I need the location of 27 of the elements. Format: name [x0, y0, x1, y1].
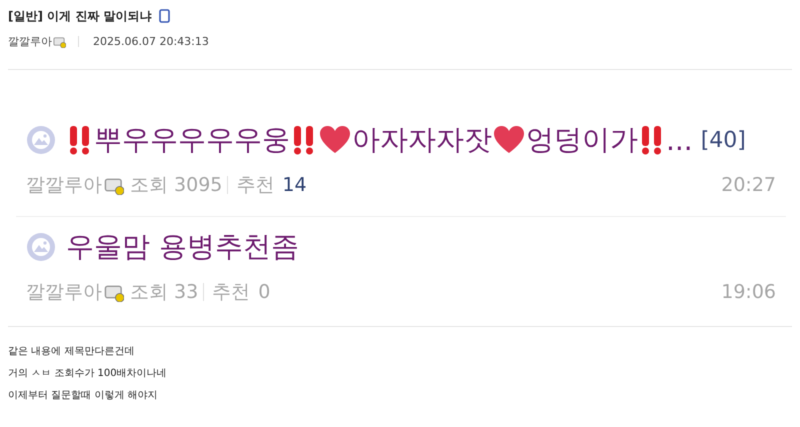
member-badge-icon: [53, 34, 66, 48]
post-title: [일반] 이게 진짜 말이되냐: [8, 8, 152, 24]
author-name: 깔깔루아: [26, 173, 102, 198]
post-title: 우울맘 용병추천좀: [66, 229, 299, 265]
post-title: 아자자자잣: [352, 122, 492, 158]
post-title: 엉덩이가: [526, 122, 638, 158]
recommend-label: 추천: [212, 280, 250, 305]
view-count: 조회 3095: [130, 173, 222, 198]
body-text: 이제부터 질문할때 이렇게 해야지: [8, 389, 159, 403]
body-text: 같은 내용에 제목만다른건데: [8, 345, 136, 359]
post-title: 뿌우우우우우웅: [94, 122, 290, 158]
image-avatar-icon: [26, 125, 56, 155]
body-text: 거의 ㅅㅂ 조회수가 100배차이나네: [8, 367, 168, 381]
recommend-count: 0: [258, 281, 270, 303]
heart-icon: [319, 125, 351, 155]
heart-icon: [493, 125, 525, 155]
author-name: 깔깔루아: [8, 34, 52, 48]
post-title: ...: [666, 124, 693, 156]
recommend-label: 추천: [236, 173, 274, 198]
comment-count: [40]: [700, 128, 746, 152]
post-date: 2025.06.07 20:43:13: [93, 34, 209, 48]
recommend-count: 14: [282, 174, 307, 196]
view-count: 조회 33: [130, 280, 198, 305]
image-avatar-icon: [26, 232, 56, 262]
author-name: 깔깔루아: [26, 280, 102, 305]
post-time: 20:27: [721, 174, 776, 196]
post-time: 19:06: [721, 281, 776, 303]
